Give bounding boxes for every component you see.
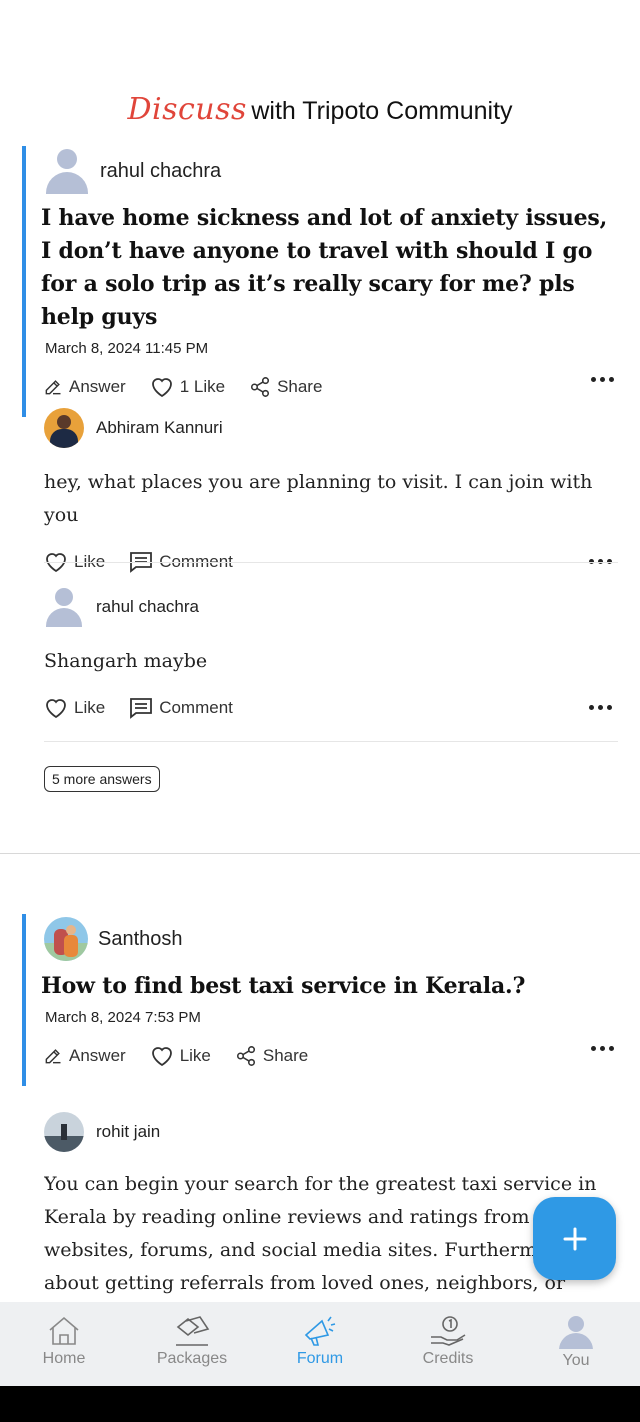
answer-button[interactable]: Answer [43,1046,126,1066]
like-label: 1 Like [179,377,226,396]
add-post-button[interactable] [533,1197,616,1280]
answer-item: rahul chachra Shangarh maybe Like Commen… [44,587,618,728]
divider [44,562,618,563]
page-header: Discuss with Tripoto Community [0,92,640,127]
author-name[interactable]: rahul chachra [96,597,199,617]
author-name[interactable]: Abhiram Kannuri [96,418,223,438]
nav-label: You [562,1352,590,1369]
home-icon [49,1316,79,1345]
question-title[interactable]: How to find best taxi service in Kerala.… [26,970,622,1003]
comment-label: Comment [159,698,233,717]
like-label: Like [179,1046,211,1065]
author-name[interactable]: rohit jain [96,1122,160,1142]
like-button[interactable]: 1 Like [150,376,225,398]
author-name[interactable]: rahul chachra [100,160,221,183]
header-title: with Tripoto Community [251,97,513,125]
forum-megaphone-icon [304,1316,336,1346]
credits-coin-icon [431,1316,466,1346]
nav-home[interactable]: Home [0,1302,128,1386]
plus-icon [563,1227,586,1250]
answer-author[interactable]: Abhiram Kannuri [44,408,618,448]
like-label: Like [74,698,106,717]
answer-text: You can begin your search for the greate… [44,1173,597,1294]
share-icon [236,1046,255,1066]
answer-label: Answer [69,377,126,396]
answer-author[interactable]: rahul chachra [44,587,618,627]
question-card[interactable]: rahul chachra I have home sickness and l… [22,146,622,417]
answer-text: hey, what places you are planning to vis… [44,471,593,526]
comment-button[interactable]: Comment [129,697,233,719]
nav-label: Packages [156,1350,228,1367]
divider [44,741,618,742]
default-avatar-icon [44,148,90,194]
user-photo-avatar [44,917,88,961]
nav-label: Credits [422,1350,474,1367]
profile-icon [559,1315,593,1349]
system-bar [0,1386,640,1422]
question-date: March 8, 2024 11:45 PM [45,340,209,357]
more-options-icon[interactable] [589,705,612,710]
discuss-word: Discuss [127,92,247,127]
nav-credits[interactable]: Credits [384,1302,512,1386]
heart-icon [46,699,66,719]
more-options-icon[interactable] [591,1046,614,1051]
share-label: Share [277,377,323,396]
heart-icon [151,1047,172,1067]
share-button[interactable]: Share [249,376,322,398]
question-author[interactable]: rahul chachra [26,146,622,196]
question-author[interactable]: Santhosh [26,914,622,964]
share-button[interactable]: Share [235,1045,308,1067]
nav-you[interactable]: You [512,1302,640,1386]
more-options-icon[interactable] [591,377,614,382]
question-actions: Answer Like Share [26,1026,622,1086]
nav-label: Forum [296,1350,344,1367]
question-card[interactable]: Santhosh How to find best taxi service i… [22,914,622,1086]
like-button[interactable]: Like [44,697,105,719]
more-answers-button[interactable]: 5 more answers [44,766,160,792]
comment-icon [130,698,153,719]
answer-item: rohit jain You can begin your search for… [44,1112,618,1308]
question-title[interactable]: I have home sickness and lot of anxiety … [26,202,622,334]
pencil-icon [45,380,61,395]
nav-packages[interactable]: Packages [128,1302,256,1386]
nav-forum[interactable]: Forum [256,1302,384,1386]
bottom-navigation: Home Packages Forum Credits You [0,1302,640,1386]
answer-label: Answer [69,1046,126,1065]
share-icon [251,377,270,397]
author-name[interactable]: Santhosh [98,928,183,951]
default-avatar-icon [44,587,84,627]
section-separator [0,853,640,854]
answer-item: Abhiram Kannuri hey, what places you are… [44,408,618,582]
packages-icon [176,1316,210,1346]
user-photo-avatar [44,1112,84,1152]
answer-actions: Like Comment [44,688,618,728]
answer-button[interactable]: Answer [43,377,126,397]
heart-icon [151,378,172,398]
nav-label: Home [42,1350,86,1367]
share-label: Share [262,1046,309,1065]
user-photo-avatar [44,408,84,448]
pencil-icon [45,1049,61,1064]
answer-author[interactable]: rohit jain [44,1112,618,1152]
like-button[interactable]: Like [150,1045,211,1067]
answer-text: Shangarh maybe [44,650,208,672]
question-date: March 8, 2024 7:53 PM [45,1009,201,1026]
